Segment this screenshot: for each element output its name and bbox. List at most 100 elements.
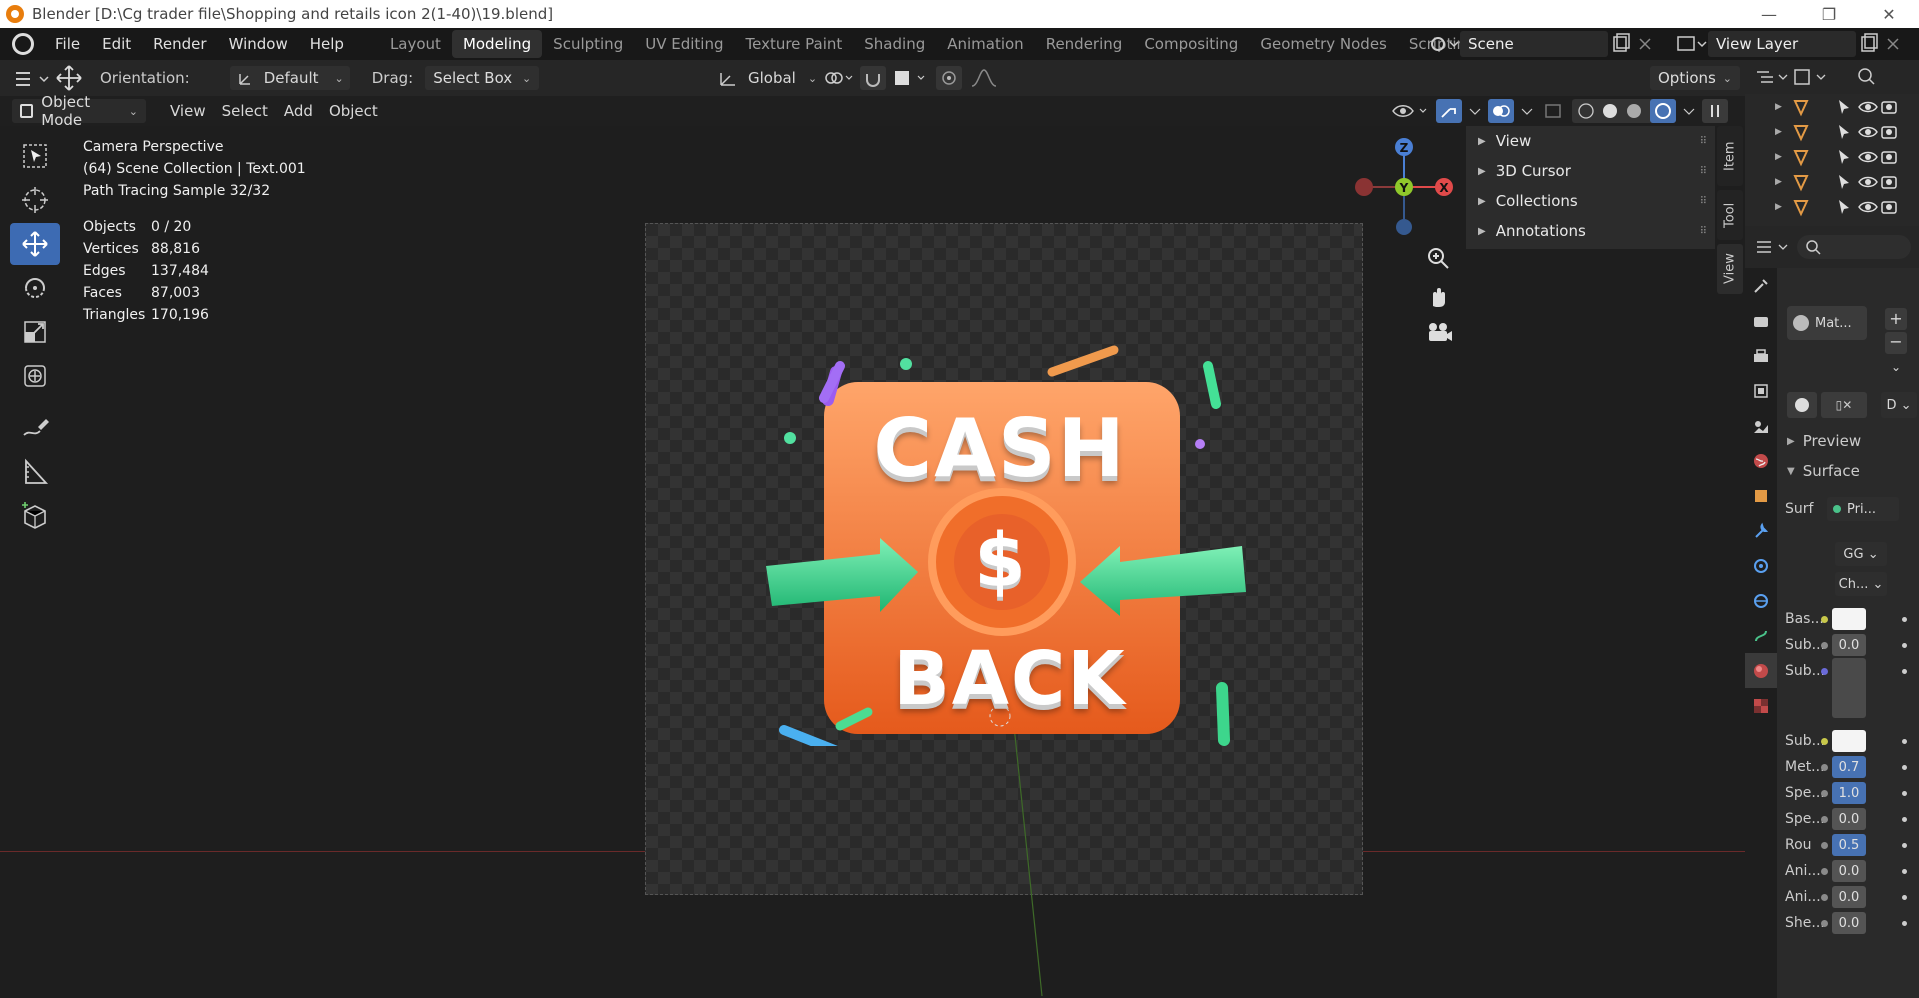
menu-add[interactable]: Add [276,102,321,120]
falloff-icon[interactable] [968,66,1004,90]
tab-object[interactable] [1745,478,1777,513]
scene-selector-icon[interactable] [1426,31,1460,57]
keyframe-dot-icon[interactable] [1902,816,1907,822]
tab-modeling[interactable]: Modeling [451,30,543,58]
tab-physics[interactable] [1745,583,1777,618]
selectable-arrow-icon[interactable] [1833,122,1857,142]
tab-constraints[interactable] [1745,618,1777,653]
tab-uv-editing[interactable]: UV Editing [634,30,734,58]
expand-icon[interactable]: ▶ [1775,152,1791,162]
expand-icon[interactable]: ▶ [1775,102,1791,112]
maximize-button[interactable]: ❐ [1799,0,1859,28]
chevron-down-icon[interactable] [1520,99,1534,123]
keyframe-dot-icon[interactable] [1902,894,1907,900]
keyframe-dot-icon[interactable] [1902,738,1907,744]
property-value-field[interactable]: 0.0 [1832,886,1866,908]
property-value-field[interactable]: 0.0 [1832,860,1866,882]
material-slot[interactable]: Mat... [1787,306,1867,340]
render-camera-icon[interactable] [1879,147,1901,167]
tab-texture[interactable] [1745,688,1777,723]
tab-texture-paint[interactable]: Texture Paint [734,30,853,58]
menu-object[interactable]: Object [321,102,386,120]
slot-specials-button[interactable]: ⌄ [1885,360,1907,382]
outliner-search-icon[interactable] [1845,64,1895,90]
cursor-tool[interactable] [10,179,60,221]
outliner-display-mode-icon[interactable] [1753,64,1791,90]
selectable-arrow-icon[interactable] [1833,147,1857,167]
render-camera-icon[interactable] [1879,197,1901,217]
outliner-row[interactable]: ▶ [1745,169,1919,194]
transform-orientation-dropdown[interactable]: Global ⌄ [716,66,817,90]
keyframe-dot-icon[interactable] [1902,616,1907,622]
remove-slot-button[interactable]: − [1885,332,1907,354]
navigation-gizmo[interactable]: Z X Y [1350,135,1460,245]
drag-handle-icon[interactable]: ⠿ [1700,196,1707,207]
transform-tool[interactable] [10,355,60,397]
property-value-field[interactable] [1832,608,1866,630]
property-value-field[interactable] [1832,658,1866,718]
selectable-arrow-icon[interactable] [1833,197,1857,217]
visibility-icon[interactable] [1390,99,1430,123]
eye-icon[interactable] [1857,197,1879,217]
select-box-tool[interactable] [10,135,60,177]
outliner-filter-icon[interactable] [1791,64,1829,90]
view-layer-icon[interactable] [1674,31,1708,57]
keyframe-dot-icon[interactable] [1902,764,1907,770]
npanel-3d-cursor[interactable]: ▶ 3D Cursor ⠿ [1466,156,1715,186]
keyframe-dot-icon[interactable] [1902,920,1907,926]
blender-menu-icon[interactable] [12,33,34,55]
pan-hand-icon[interactable] [1424,282,1454,312]
delete-view-layer-icon[interactable] [1882,31,1904,57]
property-value-field[interactable] [1832,730,1866,752]
surface-shader-field[interactable]: Pri... [1827,497,1899,521]
distribution-dropdown[interactable]: GG ⌄ [1835,542,1887,566]
unlink-material-button[interactable]: ▯✕ [1821,392,1867,418]
add-slot-button[interactable]: + [1885,308,1907,330]
surface-section[interactable]: ▼ Surface [1787,462,1860,480]
add-cube-tool[interactable] [10,495,60,537]
outliner-row[interactable]: ▶ [1745,119,1919,144]
scale-tool[interactable] [10,311,60,353]
tab-particles[interactable] [1745,548,1777,583]
annotate-tool[interactable] [10,407,60,449]
outliner-row[interactable]: ▶ [1745,144,1919,169]
overlays-toggle-icon[interactable] [1488,99,1514,123]
menu-view[interactable]: View [162,102,214,120]
subsurface-method-dropdown[interactable]: Ch... ⌄ [1835,572,1887,596]
mode-dropdown[interactable]: Object Mode ⌄ [12,93,146,129]
keyframe-dot-icon[interactable] [1902,842,1907,848]
minimize-button[interactable]: — [1739,0,1799,28]
keyframe-dot-icon[interactable] [1902,790,1907,796]
tab-animation[interactable]: Animation [936,30,1034,58]
snap-icon[interactable] [860,66,886,90]
orientation-dropdown[interactable]: Default ⌄ [229,66,350,90]
expand-icon[interactable]: ▶ [1775,127,1791,137]
move-tool[interactable] [10,223,60,265]
tab-render[interactable] [1745,303,1777,338]
chevron-down-icon[interactable] [1682,99,1696,123]
selectable-arrow-icon[interactable] [1833,97,1857,117]
sidebar-toggle-icon[interactable] [1702,99,1728,123]
menu-edit[interactable]: Edit [91,35,142,53]
property-value-field[interactable]: 1.0 [1832,782,1866,804]
proportional-edit-icon[interactable] [936,66,962,90]
view-layer-field[interactable]: View Layer [1708,31,1856,57]
npanel-annotations[interactable]: ▶ Annotations ⠿ [1466,216,1715,246]
menu-file[interactable]: File [44,35,91,53]
npanel-view[interactable]: ▶ View ⠿ [1466,126,1715,156]
tab-compositing[interactable]: Compositing [1133,30,1249,58]
eye-icon[interactable] [1857,147,1879,167]
tab-tool-settings[interactable] [1745,268,1777,303]
delete-scene-icon[interactable] [1634,31,1656,57]
chevron-down-icon[interactable] [1468,99,1482,123]
drag-dropdown[interactable]: Select Box ⌄ [425,66,540,90]
pivot-point-icon[interactable] [822,66,854,90]
properties-editor-type-icon[interactable] [1753,234,1791,260]
rotate-tool[interactable] [10,267,60,309]
selectable-arrow-icon[interactable] [1833,172,1857,192]
property-value-field[interactable]: 0.0 [1832,634,1866,656]
shading-modes[interactable] [1572,99,1676,123]
snap-target-icon[interactable] [892,66,930,90]
outliner-row[interactable]: ▶ [1745,194,1919,219]
move-tool-icon[interactable] [54,63,84,93]
